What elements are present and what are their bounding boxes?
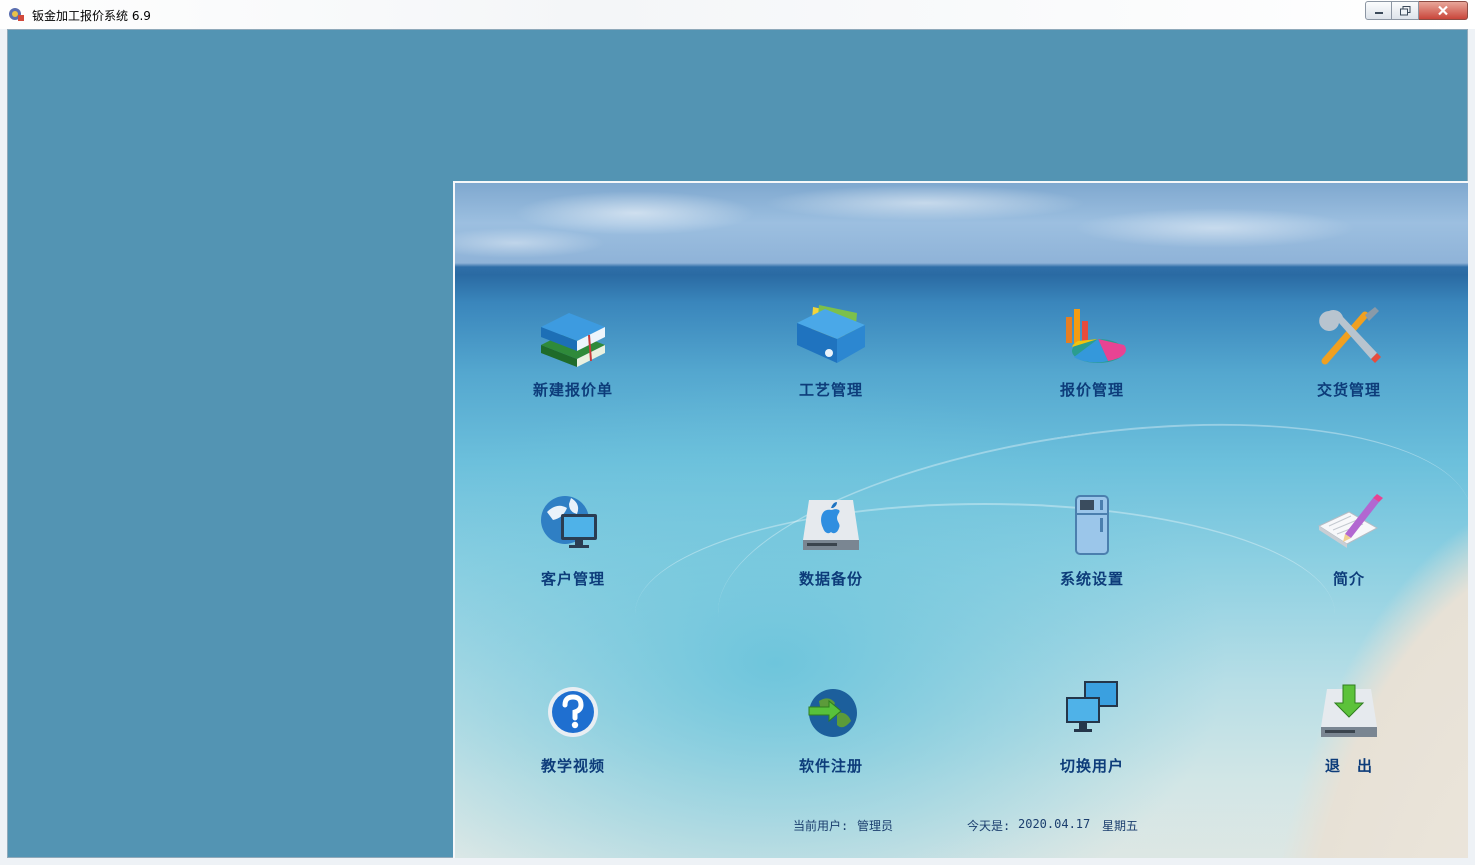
- menu-register[interactable]: 软件注册: [741, 677, 921, 787]
- monitors-icon: [1066, 681, 1118, 732]
- menu-label: 交货管理: [1316, 381, 1381, 399]
- books-icon: [541, 313, 605, 367]
- current-user-label: 当前用户:: [793, 819, 849, 833]
- menu-label: 系统设置: [1059, 570, 1124, 588]
- sky-background: [455, 183, 1468, 267]
- menu-switch-user[interactable]: 切换用户: [1002, 677, 1182, 787]
- menu-label: 简介: [1332, 570, 1365, 588]
- notepad-pen-icon: [1317, 494, 1383, 548]
- today-label: 今天是:: [967, 819, 1011, 833]
- menu-label: 工艺管理: [798, 381, 863, 399]
- menu-quotes[interactable]: 报价管理: [1002, 301, 1182, 411]
- pie-chart-icon: [1066, 309, 1126, 363]
- menu-customers[interactable]: 客户管理: [483, 490, 663, 600]
- menu-label: 客户管理: [540, 570, 605, 588]
- menu-label: 教学视频: [540, 757, 605, 775]
- minimize-button[interactable]: [1365, 1, 1392, 20]
- menu-label: 软件注册: [798, 757, 863, 775]
- fridge-icon: [1075, 495, 1109, 555]
- menu-label: 新建报价单: [532, 381, 613, 399]
- menu-label: 报价管理: [1059, 381, 1124, 399]
- menu-tutorial[interactable]: 教学视频: [483, 677, 663, 787]
- menu-label: 退 出: [1324, 757, 1373, 775]
- app-icon: [9, 8, 24, 21]
- menu-process[interactable]: 工艺管理: [741, 301, 921, 411]
- maximize-button[interactable]: [1392, 1, 1419, 20]
- menu-about[interactable]: 简介: [1259, 490, 1439, 600]
- help-icon: [548, 687, 598, 737]
- main-menu-panel: 新建报价单 工艺管理 报价管理 交货管理 客户管理 数据备份 系统设置 简介 教…: [453, 181, 1468, 858]
- today-weekday: 星期五: [1102, 819, 1139, 833]
- tools-icon: [1319, 307, 1381, 365]
- menu-label: 切换用户: [1059, 757, 1124, 775]
- close-icon: [1438, 5, 1448, 16]
- minimize-icon: [1374, 11, 1383, 14]
- menu-delivery[interactable]: 交货管理: [1259, 301, 1439, 411]
- title-bar: 钣金加工报价系统 6.9: [0, 0, 1475, 29]
- menu-new-quote[interactable]: 新建报价单: [483, 301, 663, 411]
- menu-settings[interactable]: 系统设置: [1002, 490, 1182, 600]
- menu-backup[interactable]: 数据备份: [741, 490, 921, 600]
- window-title: 钣金加工报价系统 6.9: [32, 9, 151, 23]
- download-drive-icon: [1321, 684, 1377, 737]
- current-user-value: 管理员: [857, 819, 894, 833]
- restore-icon: [1399, 5, 1410, 15]
- binder-icon: [797, 305, 865, 363]
- globe-monitor-icon: [541, 496, 597, 548]
- earth-arrow-icon: [808, 689, 857, 737]
- apple-drive-icon: [803, 500, 859, 550]
- menu-exit[interactable]: 退 出: [1259, 677, 1439, 787]
- today-date: 2020.04.17: [1018, 817, 1091, 831]
- menu-label: 数据备份: [798, 570, 863, 588]
- close-button[interactable]: [1419, 1, 1468, 20]
